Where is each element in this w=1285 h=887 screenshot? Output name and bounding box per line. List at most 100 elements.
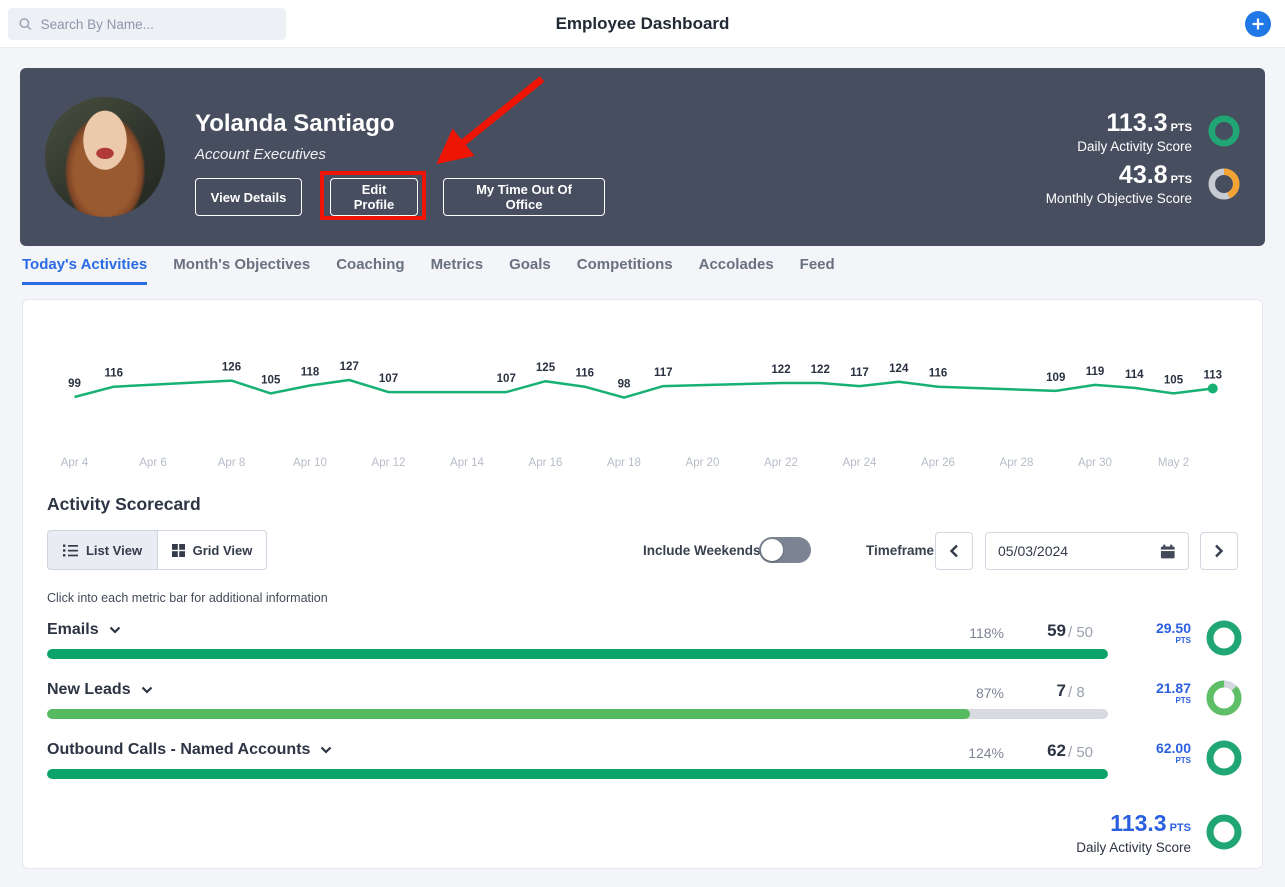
chevron-left-icon (949, 544, 959, 558)
pts-unit: PTS (1171, 122, 1192, 134)
svg-text:113: 113 (1203, 370, 1222, 382)
tab-accolades[interactable]: Accolades (699, 256, 774, 285)
metric-ring (1206, 680, 1242, 721)
metric-label: Emails (47, 621, 99, 639)
total-score-ring (1206, 814, 1242, 855)
monthly-objective-score-value: 43.8 (1119, 161, 1168, 189)
profile-name: Yolanda Santiago (195, 110, 395, 138)
page-title: Employee Dashboard (0, 0, 1285, 48)
chevron-down-icon (320, 746, 332, 754)
timeframe-date-input[interactable] (998, 543, 1160, 559)
view-details-button[interactable]: View Details (195, 178, 302, 216)
profile-role: Account Executives (195, 146, 326, 163)
svg-text:117: 117 (654, 367, 673, 379)
tab-coaching[interactable]: Coaching (336, 256, 404, 285)
metric-bar[interactable] (47, 709, 1108, 719)
svg-text:Apr 12: Apr 12 (372, 457, 406, 469)
svg-text:118: 118 (301, 367, 320, 379)
svg-text:Apr 22: Apr 22 (764, 457, 798, 469)
tab-goals[interactable]: Goals (509, 256, 551, 285)
svg-text:119: 119 (1086, 366, 1105, 378)
content-card: 9911612610511812710710712511698117122122… (22, 299, 1263, 869)
list-view-button[interactable]: List View (47, 530, 157, 570)
list-icon (63, 544, 78, 557)
avatar (45, 97, 165, 217)
metric-percent: 124% (968, 745, 1004, 761)
metric-bar[interactable] (47, 769, 1108, 779)
metric-bar[interactable] (47, 649, 1108, 659)
daily-activity-score: 113.3PTS Daily Activity Score (1077, 111, 1192, 154)
metric-target: / 50 (1068, 744, 1112, 761)
svg-text:Apr 30: Apr 30 (1078, 457, 1112, 469)
edit-profile-button[interactable]: Edit Profile (330, 178, 418, 216)
timeframe-date-field[interactable] (985, 532, 1189, 570)
monthly-objective-ring (1208, 168, 1240, 205)
pts-unit: PTS (1171, 174, 1192, 186)
metric-ring (1206, 740, 1242, 781)
calendar-icon[interactable] (1160, 543, 1176, 560)
metric-row-new-leads: New Leads 87% 7 / 8 21.87 PTS (23, 676, 1262, 736)
metric-target: / 50 (1068, 624, 1112, 641)
scorecard-hint: Click into each metric bar for additiona… (47, 591, 328, 605)
total-score-label: Daily Activity Score (1076, 840, 1191, 855)
svg-text:Apr 28: Apr 28 (1000, 457, 1034, 469)
svg-text:May 2: May 2 (1158, 457, 1189, 469)
svg-text:Apr 18: Apr 18 (607, 457, 641, 469)
tab-feed[interactable]: Feed (800, 256, 835, 285)
include-weekends-toggle[interactable] (759, 537, 811, 563)
svg-text:107: 107 (497, 373, 516, 385)
grid-view-label: Grid View (193, 543, 253, 558)
metric-points: 29.50 PTS (1156, 621, 1191, 645)
add-button[interactable] (1245, 11, 1271, 37)
daily-activity-ring (1208, 115, 1240, 152)
metric-percent: 87% (976, 685, 1004, 701)
svg-text:117: 117 (850, 367, 869, 379)
svg-text:116: 116 (575, 368, 594, 380)
metric-expander[interactable]: New Leads (47, 681, 153, 699)
svg-text:Apr 4: Apr 4 (61, 457, 89, 469)
svg-text:105: 105 (1164, 374, 1184, 386)
pts-unit: PTS (1170, 822, 1191, 834)
metric-percent: 118% (969, 625, 1004, 641)
metric-expander[interactable]: Outbound Calls - Named Accounts (47, 741, 332, 759)
svg-text:Apr 24: Apr 24 (843, 457, 877, 469)
svg-text:98: 98 (618, 379, 631, 391)
metric-row-emails: Emails 118% 59 / 50 29.50 PTS (23, 616, 1262, 676)
monthly-objective-score-label: Monthly Objective Score (1046, 191, 1192, 206)
metric-target: / 8 (1068, 684, 1112, 701)
tab-months-objectives[interactable]: Month's Objectives (173, 256, 310, 285)
profile-card: Yolanda Santiago Account Executives View… (20, 68, 1265, 246)
metric-expander[interactable]: Emails (47, 621, 121, 639)
metric-value: 59 (1047, 621, 1066, 641)
my-time-out-of-office-button[interactable]: My Time Out Of Office (443, 178, 605, 216)
svg-text:Apr 16: Apr 16 (529, 457, 563, 469)
chevron-down-icon (109, 626, 121, 634)
grid-view-button[interactable]: Grid View (157, 530, 267, 570)
svg-text:116: 116 (104, 368, 123, 380)
svg-text:122: 122 (771, 364, 790, 376)
metric-ring (1206, 620, 1242, 661)
monthly-objective-score: 43.8PTS Monthly Objective Score (1046, 163, 1192, 206)
metric-points: 62.00 PTS (1156, 741, 1191, 765)
total-daily-activity-score: 113.3PTS Daily Activity Score (1076, 810, 1191, 855)
metric-label: New Leads (47, 681, 131, 699)
list-view-label: List View (86, 543, 142, 558)
tab-todays-activities[interactable]: Today's Activities (22, 256, 147, 285)
chevron-right-icon (1214, 544, 1224, 558)
toggle-knob (761, 539, 783, 561)
timeframe-next-button[interactable] (1200, 532, 1238, 570)
include-weekends-label: Include Weekends (643, 543, 761, 558)
svg-text:114: 114 (1125, 369, 1144, 381)
top-bar: Employee Dashboard (0, 0, 1285, 48)
tab-metrics[interactable]: Metrics (431, 256, 484, 285)
activity-line-chart: 9911612610511812710710712511698117122122… (23, 300, 1262, 480)
svg-text:116: 116 (929, 368, 948, 380)
daily-activity-score-label: Daily Activity Score (1077, 139, 1192, 154)
metric-points: 21.87 PTS (1156, 681, 1191, 705)
timeframe-prev-button[interactable] (935, 532, 973, 570)
grid-icon (172, 544, 185, 557)
svg-text:Apr 6: Apr 6 (139, 457, 167, 469)
svg-text:Apr 8: Apr 8 (218, 457, 246, 469)
timeframe-label: Timeframe (866, 543, 934, 558)
tab-competitions[interactable]: Competitions (577, 256, 673, 285)
